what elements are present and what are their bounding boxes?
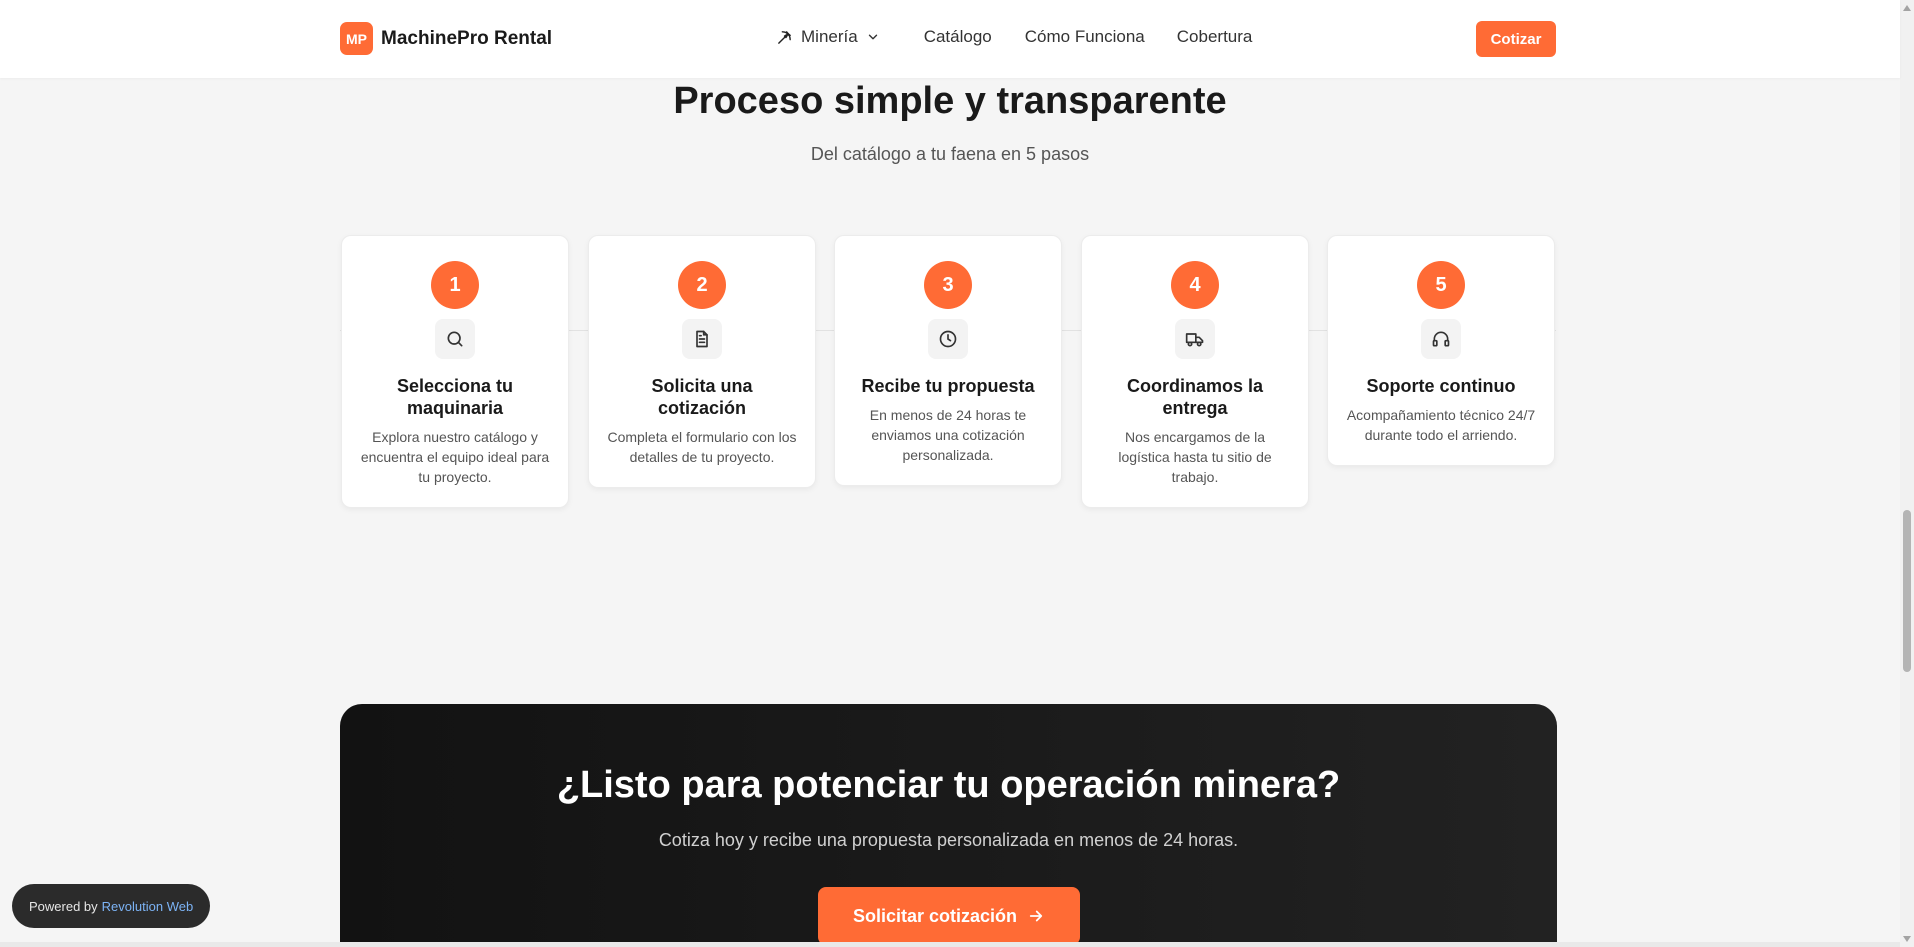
nav-link-cobertura[interactable]: Cobertura [1177,27,1253,47]
step-description: Acompañamiento técnico 24/7 durante todo… [1346,407,1536,443]
step-card-5: 5 Soporte continuo Acompañamiento técnic… [1327,235,1555,466]
scroll-down-arrow-icon[interactable] [1903,936,1911,942]
step-number: 3 [924,261,972,309]
nav-link-catalogo[interactable]: Catálogo [924,27,992,47]
document-icon [682,319,722,359]
scroll-up-arrow-icon[interactable] [1903,5,1911,11]
vertical-scrollbar[interactable] [1900,0,1914,947]
step-card-3: 3 Recibe tu propuesta En menos de 24 hor… [834,235,1062,486]
step-title: Solicita una cotización [651,376,753,418]
step-title: Soporte continuo [1366,376,1516,396]
truck-icon [1175,319,1215,359]
step-description: Completa el formulario con los detalles … [607,429,797,465]
search-icon [435,319,475,359]
step-title: Coordinamos la entrega [1126,376,1264,418]
section-subtitle: Del catálogo a tu faena en 5 pasos [810,144,1090,164]
chevron-down-icon [866,30,880,44]
step-number: 2 [678,261,726,309]
step-number: 5 [1417,261,1465,309]
step-title: Selecciona tu maquinaria [396,376,514,418]
step-description: Explora nuestro catálogo y encuentra el … [360,429,550,485]
nav-link-como-funciona[interactable]: Cómo Funciona [1025,27,1145,47]
main-nav: Minería Catálogo Cómo Funciona Cobertura [776,27,1252,47]
cta-banner: ¿Listo para potenciar tu operación miner… [340,704,1557,947]
header-quote-button[interactable]: Cotizar [1476,21,1556,57]
logo-badge: MP [340,22,373,55]
nav-mineria-dropdown[interactable]: Minería [776,27,880,47]
powered-by-prefix: Powered by [29,898,98,914]
step-description: Nos encargamos de la logística hasta tu … [1118,429,1272,485]
pickaxe-icon [776,29,793,46]
powered-by-brand[interactable]: Revolution Web [102,899,194,914]
headphones-icon [1421,319,1461,359]
site-header: MP MachinePro Rental Minería Catálogo Có… [0,0,1900,78]
step-card-4: 4 Coordinamos la entrega Nos encargamos … [1081,235,1309,508]
scrollbar-thumb[interactable] [1903,510,1911,672]
nav-mineria-label: Minería [801,27,858,46]
clock-icon [928,319,968,359]
powered-by-badge[interactable]: Powered by Revolution Web [12,884,211,928]
cta-subtitle: Cotiza hoy y recibe una propuesta person… [658,830,1239,850]
step-card-1: 1 Selecciona tu maquinaria Explora nuest… [341,235,569,508]
step-number: 4 [1171,261,1219,309]
horizontal-scrollbar[interactable] [0,942,1900,947]
request-quote-label: Solicitar cotización [852,905,1018,926]
step-card-2: 2 Solicita una cotización Completa el fo… [588,235,816,488]
request-quote-button[interactable]: Solicitar cotización [818,887,1080,945]
step-title: Recibe tu propuesta [861,376,1035,396]
brand-name: MachinePro Rental [381,27,553,49]
cta-title: ¿Listo para potenciar tu operación miner… [556,764,1341,806]
step-number: 1 [431,261,479,309]
arrow-right-icon [1029,910,1043,922]
section-title: Proceso simple y transparente [673,80,1227,122]
brand-logo[interactable]: MP MachinePro Rental [340,22,552,55]
step-description: En menos de 24 horas te enviamos una cot… [869,407,1027,463]
